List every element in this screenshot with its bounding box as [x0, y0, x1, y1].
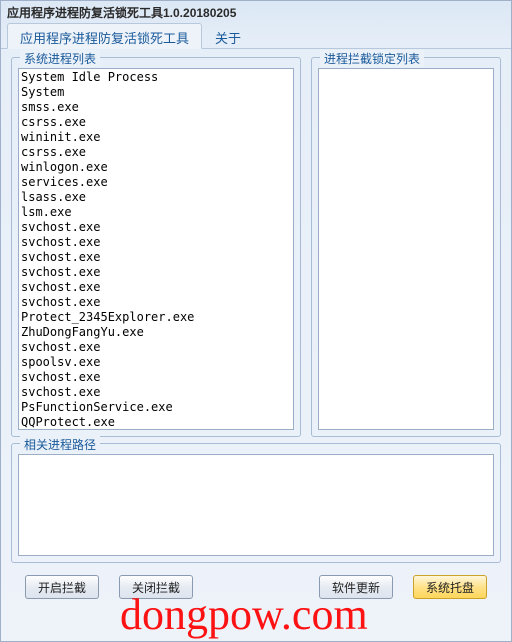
process-item[interactable]: winlogon.exe	[21, 160, 291, 175]
process-item[interactable]: svchost.exe	[21, 295, 291, 310]
process-item[interactable]: PsFunctionService.exe	[21, 400, 291, 415]
process-item[interactable]: Protect_2345Explorer.exe	[21, 310, 291, 325]
software-update-button[interactable]: 软件更新	[319, 575, 393, 599]
button-group-left: 开启拦截 关闭拦截	[25, 575, 193, 599]
process-listbox[interactable]: System Idle ProcessSystemsmss.execsrss.e…	[18, 68, 294, 430]
process-item[interactable]: lsass.exe	[21, 190, 291, 205]
group-path: 相关进程路径	[11, 443, 501, 563]
process-item[interactable]: svchost.exe	[21, 340, 291, 355]
window-title: 应用程序进程防复活锁死工具1.0.20180205	[7, 6, 236, 20]
group-block-list-title: 进程拦截锁定列表	[320, 50, 424, 67]
group-path-title: 相关进程路径	[20, 436, 100, 453]
process-item[interactable]: services.exe	[21, 175, 291, 190]
process-item[interactable]: smss.exe	[21, 100, 291, 115]
button-group-right: 软件更新 系统托盘	[319, 575, 487, 599]
tab-strip: 应用程序进程防复活锁死工具 关于	[1, 23, 511, 49]
group-process-list-title: 系统进程列表	[20, 50, 100, 67]
process-item[interactable]: wininit.exe	[21, 130, 291, 145]
main-window: 应用程序进程防复活锁死工具1.0.20180205 应用程序进程防复活锁死工具 …	[0, 0, 512, 642]
process-item[interactable]: lsm.exe	[21, 205, 291, 220]
process-item[interactable]: csrss.exe	[21, 145, 291, 160]
process-item[interactable]: System Idle Process	[21, 70, 291, 85]
start-intercept-button[interactable]: 开启拦截	[25, 575, 99, 599]
tab-main[interactable]: 应用程序进程防复活锁死工具	[7, 23, 202, 49]
block-listbox[interactable]	[318, 68, 494, 430]
process-item[interactable]: svchost.exe	[21, 370, 291, 385]
group-block-list: 进程拦截锁定列表	[311, 57, 501, 437]
process-item[interactable]: svchost.exe	[21, 220, 291, 235]
process-item[interactable]: csrss.exe	[21, 115, 291, 130]
process-item[interactable]: svchost.exe	[21, 250, 291, 265]
process-item[interactable]: svchost.exe	[21, 235, 291, 250]
group-process-list: 系统进程列表 System Idle ProcessSystemsmss.exe…	[11, 57, 301, 437]
process-item[interactable]: ZhuDongFangYu.exe	[21, 325, 291, 340]
process-item[interactable]: svchost.exe	[21, 280, 291, 295]
tab-content: 系统进程列表 System Idle ProcessSystemsmss.exe…	[1, 49, 511, 641]
stop-intercept-button[interactable]: 关闭拦截	[119, 575, 193, 599]
system-tray-button[interactable]: 系统托盘	[413, 575, 487, 599]
process-item[interactable]: svchost.exe	[21, 265, 291, 280]
process-item[interactable]: System	[21, 85, 291, 100]
title-bar: 应用程序进程防复活锁死工具1.0.20180205	[1, 1, 511, 23]
path-textbox[interactable]	[18, 454, 494, 556]
process-item[interactable]: svchost.exe	[21, 385, 291, 400]
process-item[interactable]: spoolsv.exe	[21, 355, 291, 370]
button-row: 开启拦截 关闭拦截 软件更新 系统托盘	[11, 569, 501, 605]
tab-about[interactable]: 关于	[202, 23, 254, 49]
top-row: 系统进程列表 System Idle ProcessSystemsmss.exe…	[11, 57, 501, 437]
process-item[interactable]: QQProtect.exe	[21, 415, 291, 430]
